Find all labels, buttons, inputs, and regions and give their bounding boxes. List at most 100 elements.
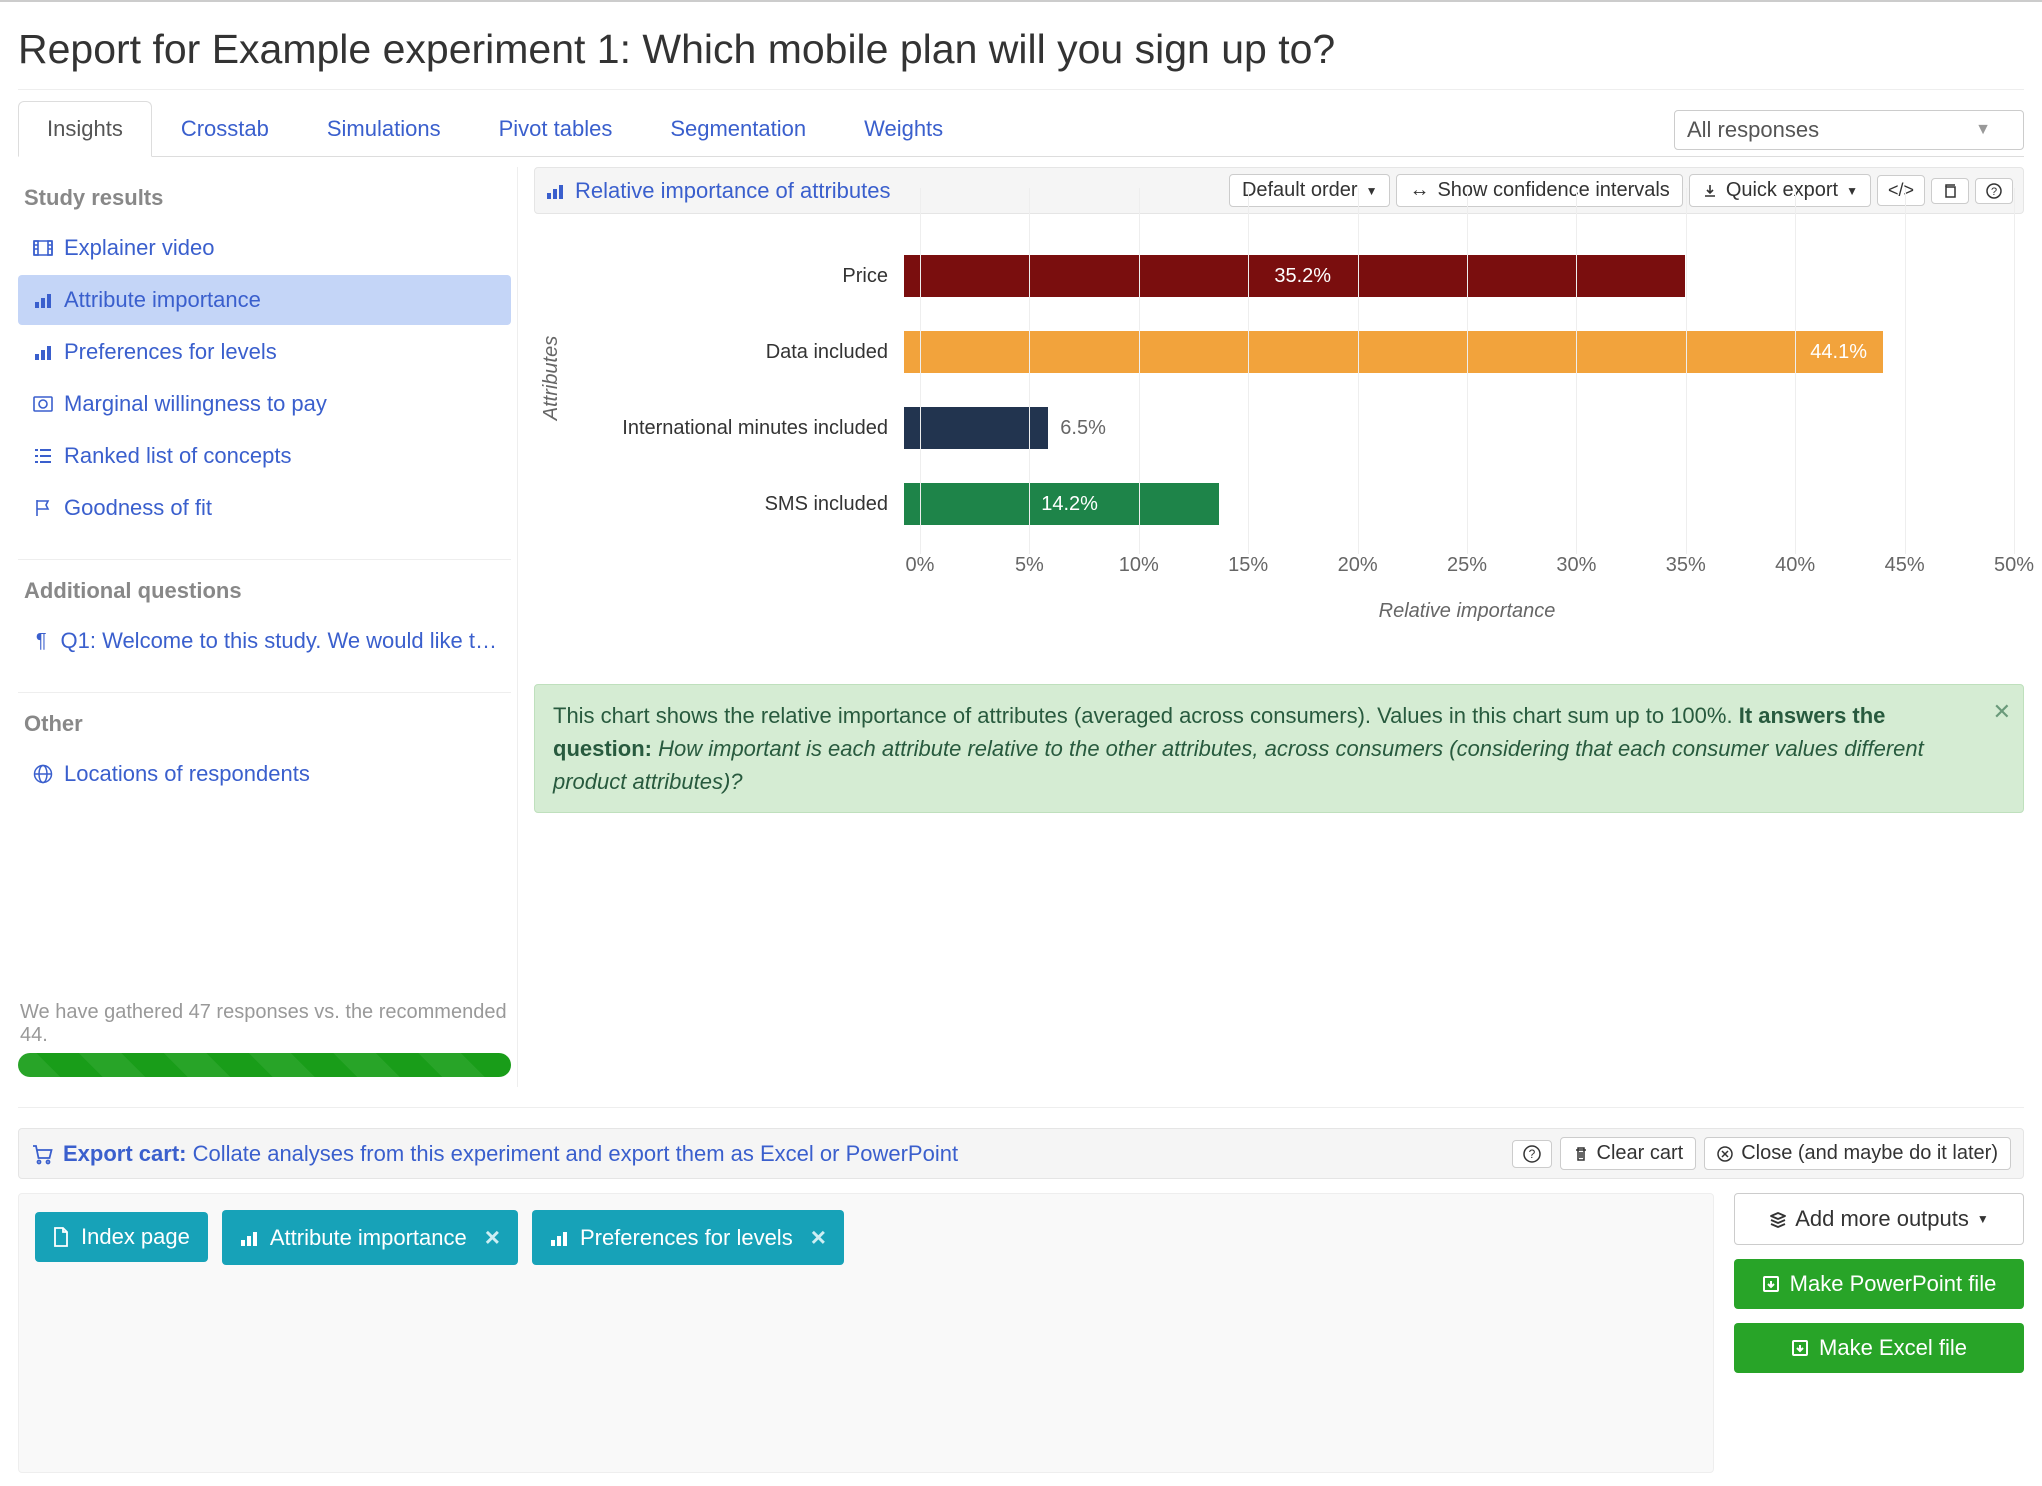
- bar-icon: [32, 291, 54, 309]
- tab-segmentation[interactable]: Segmentation: [641, 101, 835, 157]
- tab-crosstab[interactable]: Crosstab: [152, 101, 298, 157]
- confidence-intervals-button[interactable]: ↔ Show confidence intervals: [1396, 174, 1682, 207]
- chart-bar-row: Price35.2%: [604, 244, 2014, 308]
- section-head-additional: Additional questions: [18, 568, 517, 614]
- make-powerpoint-button[interactable]: Make PowerPoint file: [1734, 1259, 2024, 1309]
- sidebar-item-label: Marginal willingness to pay: [64, 391, 327, 417]
- response-select-value: All responses: [1687, 117, 1819, 143]
- globe-icon: [32, 764, 54, 784]
- caret-down-icon: ▼: [1975, 121, 1991, 139]
- close-icon[interactable]: ✕: [1993, 695, 2011, 728]
- sidebar-item-ranked-list-of-concepts[interactable]: Ranked list of concepts: [18, 431, 511, 481]
- clear-cart-button[interactable]: Clear cart: [1560, 1137, 1697, 1170]
- chart-xtick: 50%: [1994, 554, 2034, 577]
- chart-xtick: 40%: [1775, 554, 1815, 577]
- chart-xtick: 30%: [1556, 554, 1596, 577]
- sidebar: Study results Explainer video Attribute i…: [18, 167, 518, 1087]
- sidebar-item-marginal-willingness-to-pay[interactable]: Marginal willingness to pay: [18, 379, 511, 429]
- sidebar-item-label: Preferences for levels: [64, 339, 277, 365]
- sidebar-item-q1[interactable]: ¶ Q1: Welcome to this study. We would li…: [18, 616, 511, 666]
- svg-text:?: ?: [1528, 1147, 1535, 1161]
- list-icon: [32, 447, 54, 465]
- trash-icon: [1573, 1146, 1589, 1162]
- sidebar-item-attribute-importance[interactable]: Attribute importance: [18, 275, 511, 325]
- code-icon: </>: [1888, 180, 1914, 200]
- chart-xtick: 35%: [1666, 554, 1706, 577]
- cart-icon: [31, 1143, 53, 1165]
- stack-icon: [1769, 1210, 1787, 1228]
- chart-header: Relative importance of attributes Defaul…: [534, 167, 2024, 214]
- make-excel-button[interactable]: Make Excel file: [1734, 1323, 2024, 1373]
- chart-bar-row: SMS included14.2%: [604, 472, 2014, 536]
- chart-category: International minutes included: [604, 417, 904, 440]
- flag-icon: [32, 499, 54, 517]
- chart-title: Relative importance of attributes: [575, 178, 891, 204]
- tab-insights[interactable]: Insights: [18, 101, 152, 157]
- close-icon[interactable]: ×: [811, 1222, 826, 1253]
- export-header: Export cart: Collate analyses from this …: [18, 1128, 2024, 1179]
- cart-chip-preferences-for-levels[interactable]: Preferences for levels×: [532, 1210, 844, 1265]
- bar-icon: [32, 343, 54, 361]
- tab-weights[interactable]: Weights: [835, 101, 972, 157]
- sidebar-item-label: Locations of respondents: [64, 761, 310, 787]
- copy-button[interactable]: [1931, 178, 1969, 204]
- sidebar-item-label: Q1: Welcome to this study. We would like…: [61, 628, 498, 654]
- response-select[interactable]: All responses ▼: [1674, 110, 2024, 150]
- info-banner: ✕ This chart shows the relative importan…: [534, 684, 2024, 813]
- sidebar-item-goodness-of-fit[interactable]: Goodness of fit: [18, 483, 511, 533]
- chart-xtick: 45%: [1885, 554, 1925, 577]
- export-icon: [1762, 1275, 1780, 1293]
- caret-down-icon: ▼: [1846, 184, 1858, 198]
- default-order-button[interactable]: Default order ▼: [1229, 174, 1391, 207]
- help-icon: ?: [1986, 183, 2002, 199]
- sidebar-item-label: Ranked list of concepts: [64, 443, 291, 469]
- info-banner-em: How important is each attribute relative…: [553, 736, 1924, 794]
- gather-text: We have gathered 47 responses vs. the re…: [18, 995, 511, 1053]
- download-icon: [1702, 183, 1718, 199]
- chart: Attributes Price35.2%Data included44.1%I…: [534, 214, 2024, 624]
- export-header-desc: Collate analyses from this experiment an…: [193, 1141, 958, 1166]
- sidebar-item-preferences-for-levels[interactable]: Preferences for levels: [18, 327, 511, 377]
- sidebar-item-label: Goodness of fit: [64, 495, 212, 521]
- bar-icon: [550, 1229, 568, 1247]
- chart-xtick: 25%: [1447, 554, 1487, 577]
- sidebar-item-explainer-video[interactable]: Explainer video: [18, 223, 511, 273]
- help-icon: ?: [1523, 1145, 1541, 1163]
- progress-bar: [18, 1053, 511, 1077]
- chart-xtick: 10%: [1119, 554, 1159, 577]
- export-header-label: Export cart:: [63, 1141, 186, 1166]
- export-help-button[interactable]: ?: [1512, 1140, 1552, 1168]
- chart-xtick: 20%: [1338, 554, 1378, 577]
- chart-bar-row: Data included44.1%: [604, 320, 2014, 384]
- add-more-outputs-button[interactable]: Add more outputs ▼: [1734, 1193, 2024, 1245]
- chart-bar: 35.2%: [904, 255, 1685, 297]
- section-head-study-results: Study results: [18, 175, 517, 221]
- chart-bar: 14.2%: [904, 483, 1219, 525]
- chart-bar: [904, 407, 1048, 449]
- help-button[interactable]: ?: [1975, 178, 2013, 204]
- money-icon: [32, 396, 54, 412]
- doc-icon: [53, 1227, 69, 1247]
- chart-category: SMS included: [604, 493, 904, 516]
- chart-category: Data included: [604, 341, 904, 364]
- page-title: Report for Example experiment 1: Which m…: [18, 12, 2024, 90]
- caret-down-icon: ▼: [1977, 1212, 1989, 1226]
- chart-bar: 44.1%: [904, 331, 1883, 373]
- cart-chip-attribute-importance[interactable]: Attribute importance ×: [222, 1210, 518, 1265]
- chart-bar-value: 35.2%: [1274, 265, 1331, 288]
- close-icon[interactable]: ×: [485, 1222, 500, 1253]
- chip-label: Attribute importance: [270, 1225, 467, 1251]
- tab-pivot-tables[interactable]: Pivot tables: [470, 101, 642, 157]
- close-cart-button[interactable]: Close (and maybe do it later): [1704, 1137, 2011, 1170]
- quick-export-button[interactable]: Quick export ▼: [1689, 174, 1871, 207]
- arrows-h-icon: ↔: [1409, 179, 1429, 202]
- cart-chip-index-page[interactable]: Index page: [35, 1212, 208, 1262]
- info-banner-lead: This chart shows the relative importance…: [553, 703, 1739, 728]
- code-button[interactable]: </>: [1877, 175, 1925, 206]
- tab-simulations[interactable]: Simulations: [298, 101, 470, 157]
- sidebar-item-label: Attribute importance: [64, 287, 261, 313]
- bar-chart-icon: [545, 181, 565, 201]
- caret-down-icon: ▼: [1366, 184, 1378, 198]
- chart-bar-value: 6.5%: [1060, 407, 1106, 449]
- sidebar-item-locations[interactable]: Locations of respondents: [18, 749, 511, 799]
